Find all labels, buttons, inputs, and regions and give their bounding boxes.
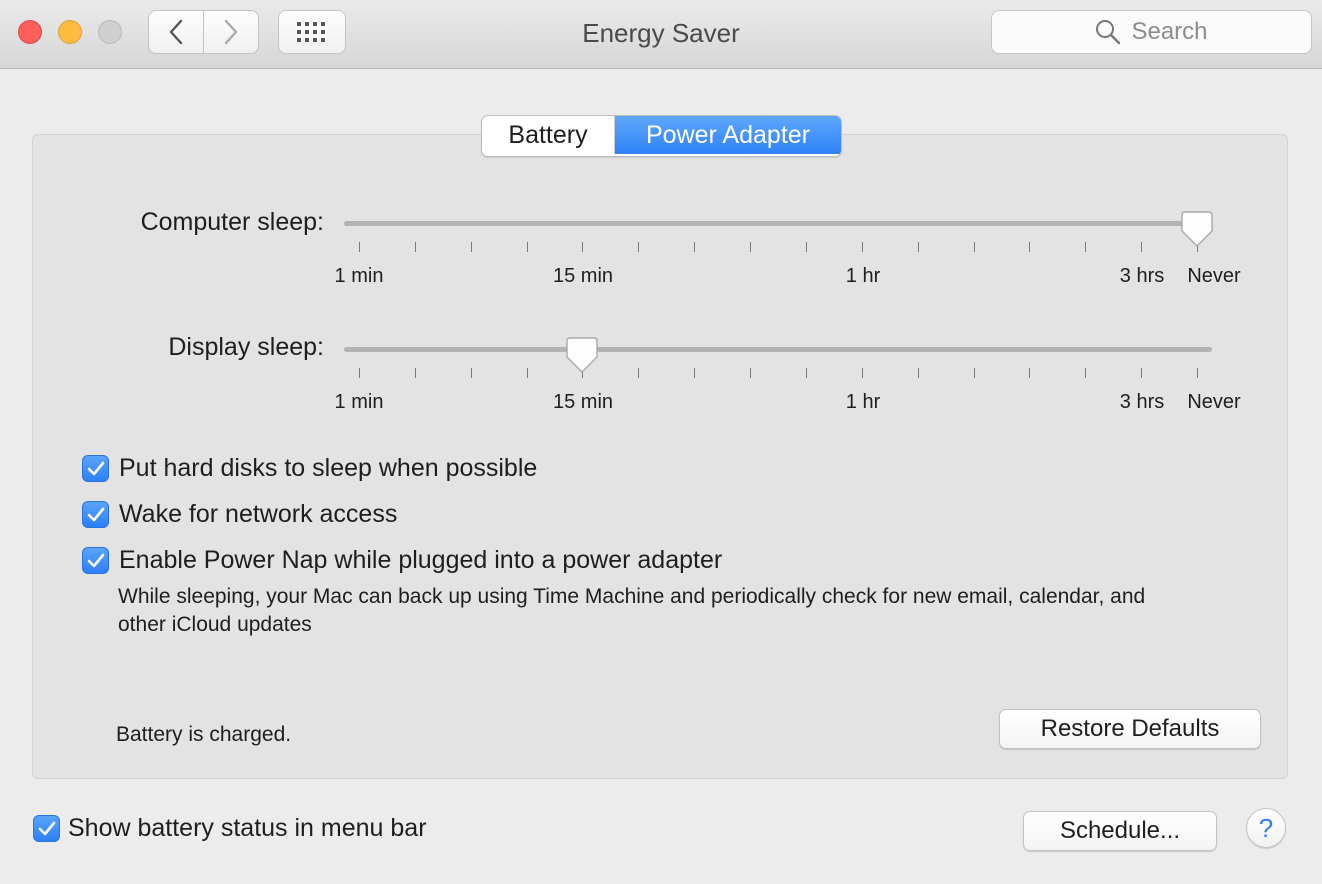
slider-tick bbox=[359, 242, 360, 252]
slider-tick bbox=[470, 368, 472, 378]
power-nap-description: While sleeping, your Mac can back up usi… bbox=[118, 585, 1146, 636]
power-nap-label: Enable Power Nap while plugged into a po… bbox=[119, 546, 723, 574]
computer-sleep-tick-label: 3 hrs bbox=[1119, 265, 1165, 287]
slider-tick bbox=[1029, 242, 1031, 252]
hard-disk-sleep-label: Put hard disks to sleep when possible bbox=[119, 454, 538, 482]
slider-tick bbox=[470, 242, 472, 252]
slider-tick bbox=[414, 242, 416, 252]
slider-tick bbox=[414, 368, 416, 378]
slider-tick bbox=[1085, 242, 1087, 252]
slider-tick bbox=[359, 368, 360, 378]
slider-tick bbox=[805, 368, 807, 378]
checkmark-icon bbox=[87, 507, 104, 521]
wake-network-checkbox[interactable] bbox=[82, 501, 109, 528]
slider-tick bbox=[526, 242, 528, 252]
slider-tick bbox=[526, 368, 528, 378]
display-sleep-tick-label: 15 min bbox=[552, 391, 614, 413]
computer-sleep-slider-thumb[interactable] bbox=[1181, 210, 1213, 248]
slider-tick bbox=[1141, 368, 1143, 378]
slider-tick bbox=[805, 242, 807, 252]
tab-bar: Battery Power Adapter bbox=[481, 115, 842, 157]
hard-disk-sleep-checkbox[interactable] bbox=[82, 455, 109, 482]
display-sleep-tick-label: 1 hr bbox=[845, 391, 881, 413]
tab-battery[interactable]: Battery bbox=[482, 116, 615, 154]
slider-tick bbox=[1197, 368, 1198, 378]
option-wake-network[interactable]: Wake for network access bbox=[82, 500, 397, 529]
display-sleep-slider-track[interactable] bbox=[344, 347, 1212, 352]
title-bar: Energy Saver Search bbox=[0, 0, 1322, 69]
computer-sleep-slider-track[interactable] bbox=[344, 221, 1212, 226]
option-hard-disk-sleep[interactable]: Put hard disks to sleep when possible bbox=[82, 454, 537, 483]
slider-tick bbox=[861, 368, 863, 378]
display-sleep-tick-label: 1 min bbox=[334, 391, 384, 413]
search-placeholder: Search bbox=[1131, 18, 1208, 45]
slider-tick bbox=[750, 242, 752, 252]
power-nap-checkbox[interactable] bbox=[82, 547, 109, 574]
checkmark-icon bbox=[38, 821, 55, 835]
show-battery-status-checkbox[interactable] bbox=[33, 815, 60, 842]
slider-tick bbox=[694, 368, 696, 378]
slider-tick bbox=[861, 242, 863, 252]
checkmark-icon bbox=[87, 461, 104, 475]
help-icon: ? bbox=[1258, 812, 1274, 843]
display-sleep-slider-thumb[interactable] bbox=[566, 336, 598, 374]
option-show-battery-status[interactable]: Show battery status in menu bar bbox=[33, 814, 427, 843]
slider-tick bbox=[1085, 368, 1087, 378]
slider-tick bbox=[917, 368, 919, 378]
option-power-nap[interactable]: Enable Power Nap while plugged into a po… bbox=[82, 546, 722, 575]
slider-tick bbox=[638, 368, 640, 378]
schedule-button[interactable]: Schedule... bbox=[1023, 811, 1217, 851]
slider-tick bbox=[917, 242, 919, 252]
slider-tick bbox=[750, 368, 752, 378]
display-sleep-tick-label: 3 hrs bbox=[1119, 391, 1165, 413]
slider-tick bbox=[582, 242, 584, 252]
help-button[interactable]: ? bbox=[1246, 808, 1286, 848]
computer-sleep-label: Computer sleep: bbox=[140, 208, 324, 236]
display-sleep-tick-label: Never bbox=[1187, 391, 1241, 413]
show-battery-status-label: Show battery status in menu bar bbox=[68, 814, 427, 842]
computer-sleep-tick-label: 15 min bbox=[552, 265, 614, 287]
computer-sleep-tick-label: 1 hr bbox=[845, 265, 881, 287]
checkmark-icon bbox=[87, 553, 104, 567]
slider-tick bbox=[1029, 368, 1031, 378]
search-icon bbox=[1096, 20, 1121, 45]
computer-sleep-tick-label: Never bbox=[1187, 265, 1241, 287]
wake-network-label: Wake for network access bbox=[119, 500, 398, 528]
slider-tick bbox=[973, 368, 975, 378]
slider-tick bbox=[638, 242, 640, 252]
search-field[interactable]: Search bbox=[991, 10, 1312, 54]
slider-tick bbox=[694, 242, 696, 252]
slider-tick bbox=[1141, 242, 1143, 252]
computer-sleep-tick-label: 1 min bbox=[334, 265, 384, 287]
restore-defaults-button[interactable]: Restore Defaults bbox=[999, 709, 1261, 749]
battery-status-text: Battery is charged. bbox=[116, 723, 292, 746]
slider-tick bbox=[973, 242, 975, 252]
display-sleep-label: Display sleep: bbox=[168, 333, 324, 361]
tab-power-adapter[interactable]: Power Adapter bbox=[615, 116, 841, 154]
